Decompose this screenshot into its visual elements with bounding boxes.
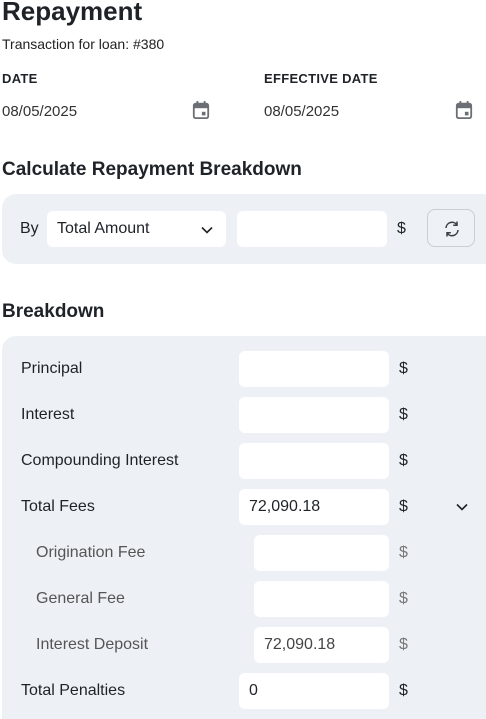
- select-value: Total Amount: [57, 220, 150, 237]
- refresh-button[interactable]: [427, 209, 475, 247]
- breakdown-panel: [2, 336, 486, 719]
- date-field[interactable]: 08/05/2025: [2, 103, 77, 120]
- currency-label: $: [399, 498, 408, 515]
- amount-input[interactable]: [237, 211, 387, 247]
- refresh-icon: [445, 221, 459, 237]
- total-penalties-input[interactable]: 0: [239, 673, 389, 709]
- origination-fee-label: Origination Fee: [36, 544, 146, 561]
- by-label: By: [20, 220, 39, 237]
- interest-deposit-input[interactable]: 72,090.18: [254, 627, 389, 663]
- principal-label: Principal: [21, 360, 83, 377]
- general-fee-label: General Fee: [36, 590, 125, 607]
- loan-subtitle: Transaction for loan: #380: [2, 36, 165, 52]
- interest-input[interactable]: [239, 397, 389, 433]
- total-penalties-label: Total Penalties: [21, 682, 126, 699]
- fees-expand-toggle[interactable]: [455, 500, 469, 519]
- interest-deposit-label: Interest Deposit: [36, 636, 149, 653]
- principal-input[interactable]: [239, 351, 389, 387]
- origination-fee-input[interactable]: [254, 535, 389, 571]
- currency-label: $: [399, 682, 408, 699]
- calendar-icon[interactable]: [192, 101, 210, 124]
- total-fees-label: Total Fees: [21, 498, 95, 515]
- breakdown-heading: Breakdown: [2, 301, 105, 322]
- interest-label: Interest: [21, 406, 75, 423]
- currency-label: $: [399, 406, 408, 423]
- currency-label: $: [399, 452, 408, 469]
- total-fees-input[interactable]: 72,090.18: [239, 489, 389, 525]
- compounding-interest-input[interactable]: [239, 443, 389, 479]
- currency-label: $: [399, 590, 408, 607]
- calculate-heading: Calculate Repayment Breakdown: [2, 159, 302, 180]
- currency-label: $: [399, 544, 408, 561]
- page-title: Repayment: [2, 0, 143, 26]
- date-label: DATE: [2, 71, 38, 86]
- breakdown-by-select[interactable]: Total Amount: [47, 211, 226, 247]
- chevron-down-icon: [456, 503, 468, 511]
- chevron-down-icon: [201, 226, 213, 234]
- effective-date-field[interactable]: 08/05/2025: [264, 103, 339, 120]
- general-fee-input[interactable]: [254, 581, 389, 617]
- calendar-icon[interactable]: [455, 101, 473, 124]
- compounding-interest-label: Compounding Interest: [21, 452, 179, 469]
- currency-label: $: [397, 220, 406, 237]
- currency-label: $: [399, 636, 408, 653]
- effective-date-label: EFFECTIVE DATE: [264, 71, 378, 86]
- currency-label: $: [399, 360, 408, 377]
